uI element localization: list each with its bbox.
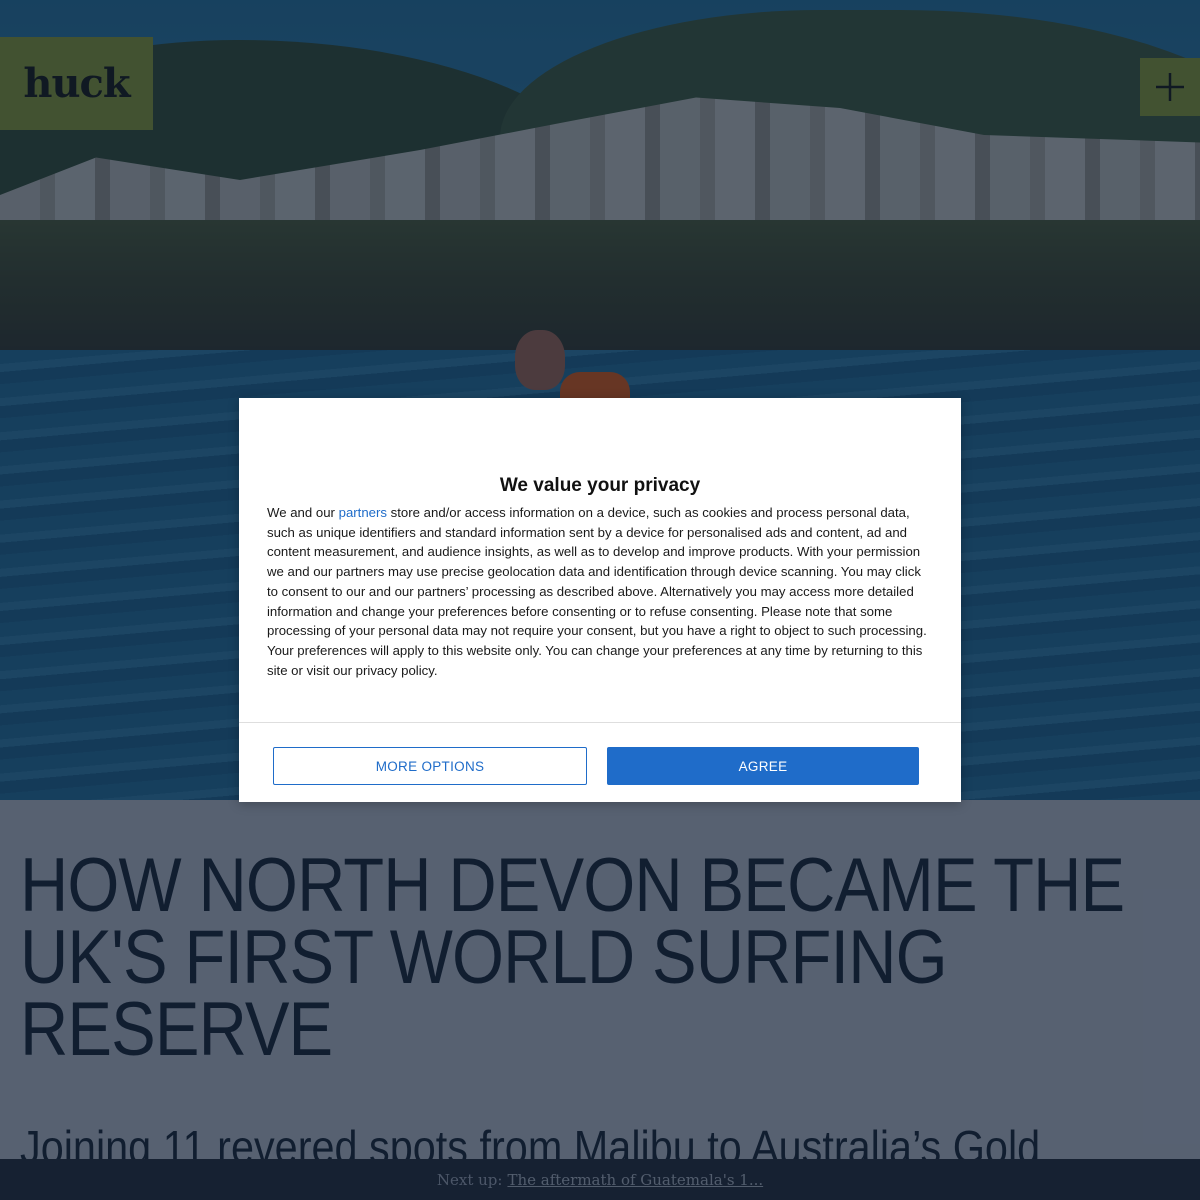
dialog-body: We and our partners store and/or access … [267,503,935,680]
partners-link[interactable]: partners [339,505,387,520]
plus-icon [1156,73,1184,101]
hero-surfer [515,330,565,390]
hero-rocks [0,220,1200,370]
site-logo[interactable]: huck [0,37,153,130]
more-options-button[interactable]: MORE OPTIONS [273,747,587,785]
menu-button[interactable] [1140,58,1200,116]
dialog-body-text: store and/or access information on a dev… [267,505,927,678]
privacy-consent-dialog: We value your privacy We and our partner… [239,398,961,802]
next-up-bar: Next up: The aftermath of Guatemala's 1.… [0,1159,1200,1200]
dialog-body-text: We and our [267,505,339,520]
next-up-link[interactable]: The aftermath of Guatemala's 1... [507,1171,763,1189]
dialog-divider [239,722,961,723]
article-headline: HOW NORTH DEVON BECAME THE UK'S FIRST WO… [20,843,1125,1072]
agree-button[interactable]: AGREE [607,747,919,785]
next-up-label: Next up: [436,1170,503,1189]
logo-text: huck [23,60,130,107]
dialog-title: We value your privacy [499,475,701,496]
